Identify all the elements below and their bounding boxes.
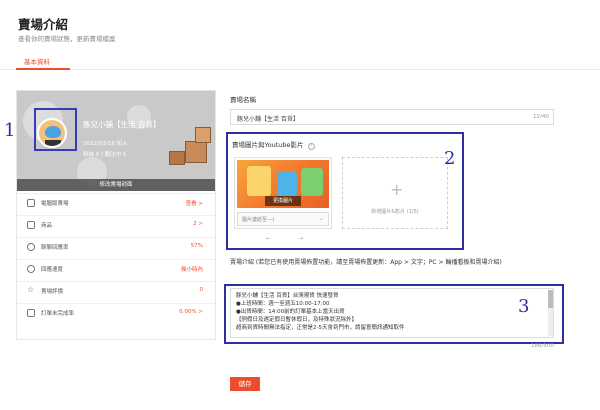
stat-row-rating: ☆ 賣場評價 0 (17, 281, 215, 300)
desktop-icon (27, 199, 35, 207)
stat-row-response-speed: 回應速度 幾小時內 (17, 259, 215, 278)
product-icon (27, 221, 35, 229)
tab-basic-info[interactable]: 基本資料 (24, 56, 50, 66)
chat-icon (27, 243, 35, 251)
preview-decoration (277, 172, 297, 196)
stat-value: 幾小時內 (180, 267, 203, 273)
description-line: ●上班時間：週一至週五10:00-17:00 (236, 301, 330, 307)
shop-join-date: 2022/03/18 加入 (83, 141, 128, 147)
add-media-label: 新增圖片&影片 (1/5) (371, 209, 419, 215)
description-line: ●出貨時間：14:00前的訂單基本上當天出貨 (236, 309, 345, 315)
shop-name-input[interactable]: 豚兒小舖【生活 百貨】 (230, 109, 554, 125)
stat-value: 57% (190, 243, 203, 249)
media-image-tile[interactable]: 更換圖片 圖片連結至---( ⌄ (234, 157, 332, 229)
clock-icon (27, 265, 35, 273)
stat-value: 0 (199, 287, 204, 293)
edit-cover-button[interactable]: 修改賣場封面 (17, 179, 215, 191)
description-textarea[interactable]: 豚兒小舖【生活 百貨】台灣現貨 快速發貨 ●上班時間：週一至週五10:00-17… (230, 288, 554, 338)
plus-icon: + (390, 180, 404, 199)
add-media-button[interactable]: + 新增圖片&影片 (1/5) (342, 157, 448, 229)
description-line: 豚兒小舖【生活 百貨】台灣現貨 快速發貨 (236, 293, 339, 299)
cover-box-decoration (185, 141, 207, 163)
description-line: 【例假日及遇定假日暫休假日，及特殊狀況除外】 (236, 317, 358, 323)
stat-row-products[interactable]: 商品 2 > (17, 215, 215, 234)
media-image-preview: 更換圖片 (237, 160, 329, 208)
annotation-number-1: 1 (4, 120, 16, 141)
media-label: 賣場圖片與Youtube影片 ? (232, 139, 315, 150)
change-image-button[interactable]: 更換圖片 (265, 196, 301, 206)
stat-label: 電腦版賣場 (41, 201, 69, 207)
stat-value[interactable]: 2 > (193, 221, 203, 227)
shop-cover[interactable]: 豚兒小舖【生活 百貨】 2022/03/18 加入 粉絲 0 | 關注中 1 修… (17, 91, 215, 191)
stat-label: 商品 (41, 223, 53, 229)
description-line: 超商到貨時間無法指定，正常是2-5天會到門市，請留意簡訊通知取件 (236, 325, 405, 331)
cover-box-decoration (169, 151, 185, 165)
annotation-frame-1 (34, 108, 77, 151)
stat-row-desktop[interactable]: 電腦版賣場 查看 > (17, 193, 215, 212)
stat-label: 訂單未完成率 (41, 311, 75, 317)
shop-card: 豚兒小舖【生活 百貨】 2022/03/18 加入 粉絲 0 | 關注中 1 修… (16, 90, 216, 340)
stat-label: 回應速度 (41, 267, 64, 273)
page-title: 賣場介紹 (18, 17, 69, 32)
stat-label: 聊聊回應率 (41, 245, 69, 251)
page-header: 賣場介紹 查看你的賣場狀態，更新賣場檔案 基本資料 (0, 0, 600, 70)
stat-row-unfinished-orders[interactable]: 訂單未完成率 0.00% > (17, 303, 215, 322)
shop-name-label: 賣場名稱 (230, 96, 256, 104)
shop-name: 豚兒小舖【生活 百貨】 (83, 120, 161, 129)
preview-decoration (247, 166, 271, 196)
shop-follow-stats: 粉絲 0 | 關注中 1 (83, 152, 127, 158)
description-scrollbar[interactable] (548, 290, 553, 336)
annotation-number-3: 3 (518, 296, 530, 317)
order-icon (27, 309, 35, 317)
description-label: 賣場介紹 (若您已有使用賣場佈置功能，請至賣場佈置更新：App > 文字；PC … (230, 259, 502, 266)
page-subtitle: 查看你的賣場狀態，更新賣場檔案 (18, 35, 116, 43)
stat-label: 賣場評價 (41, 289, 64, 295)
save-button[interactable]: 儲存 (230, 377, 260, 391)
stat-row-chat-response: 聊聊回應率 57% (17, 237, 215, 256)
chevron-down-icon: ⌄ (318, 215, 324, 222)
description-counter: 186/500 (531, 343, 554, 349)
stat-value[interactable]: 0.00% > (179, 309, 203, 315)
preview-decoration (301, 168, 323, 196)
image-link-select-value: 圖片連結至---( (242, 217, 275, 223)
annotation-number-2: 2 (444, 148, 456, 169)
help-icon[interactable]: ? (307, 143, 315, 150)
stat-value[interactable]: 查看 > (186, 199, 203, 207)
media-label-text: 賣場圖片與Youtube影片 (232, 141, 304, 149)
move-left-icon[interactable]: ← (266, 235, 271, 242)
shop-name-counter: 12/40 (533, 114, 549, 120)
move-right-icon[interactable]: → (298, 235, 303, 242)
cover-box-decoration (195, 127, 211, 143)
page: 賣場介紹 查看你的賣場狀態，更新賣場檔案 基本資料 1 豚兒小舖【生活 百貨】 … (0, 0, 600, 410)
tab-active-indicator (16, 68, 70, 70)
scrollbar-thumb[interactable] (548, 290, 553, 308)
star-icon: ☆ (27, 285, 35, 294)
image-link-select[interactable]: 圖片連結至---( ⌄ (237, 212, 329, 226)
